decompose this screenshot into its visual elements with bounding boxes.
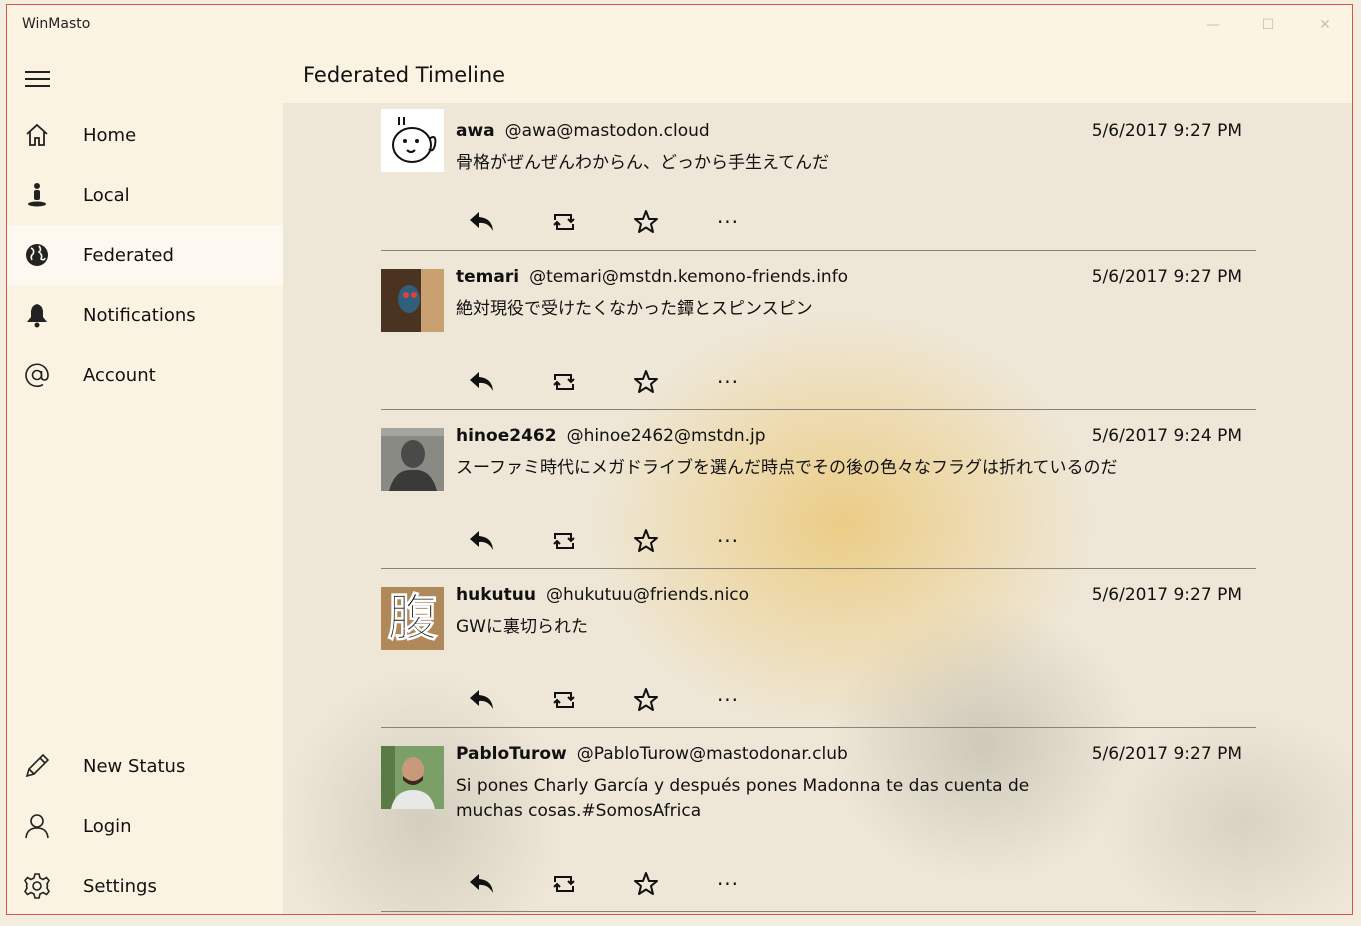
status-item: 腹 hukutuu @hukutuu@friends.nico 5/6/2017 …	[381, 569, 1256, 728]
status-actions: ···	[467, 367, 757, 397]
sidebar-item-label: New Status	[83, 755, 186, 777]
hamburger-icon[interactable]	[25, 69, 51, 89]
status-content: GWに裏切られた	[456, 617, 588, 637]
sidebar-item-settings[interactable]: Settings	[7, 856, 283, 914]
account-handle[interactable]: @PabloTurow@mastodonar.club	[577, 744, 848, 764]
status-actions: ···	[467, 207, 757, 237]
reply-icon[interactable]	[467, 869, 497, 899]
more-button[interactable]: ···	[713, 869, 743, 899]
display-name[interactable]: awa @awa@mastodon.cloud	[456, 121, 710, 141]
user-icon	[23, 812, 51, 840]
timestamp: 5/6/2017 9:27 PM	[1091, 121, 1242, 141]
globe-icon	[23, 241, 51, 269]
title-bar[interactable]: WinMasto — ☐ ✕	[7, 5, 1352, 45]
display-name[interactable]: temari @temari@mstdn.kemono-friends.info	[456, 267, 848, 287]
more-button[interactable]: ···	[713, 526, 743, 556]
sidebar-item-home[interactable]: Home	[7, 105, 283, 165]
more-button[interactable]: ···	[713, 207, 743, 237]
star-icon[interactable]	[631, 207, 661, 237]
reply-icon[interactable]	[467, 685, 497, 715]
status-content: 絶対現役で受けたくなかった鐔とスピンスピン	[456, 299, 813, 319]
account-handle[interactable]: @hukutuu@friends.nico	[546, 585, 749, 605]
display-name-text[interactable]: awa	[456, 121, 495, 141]
timestamp: 5/6/2017 9:24 PM	[1091, 426, 1242, 446]
star-icon[interactable]	[631, 526, 661, 556]
reply-icon[interactable]	[467, 207, 497, 237]
display-name-text[interactable]: temari	[456, 267, 519, 287]
timestamp: 5/6/2017 9:27 PM	[1091, 267, 1242, 287]
more-button[interactable]: ···	[713, 685, 743, 715]
display-name-text[interactable]: hukutuu	[456, 585, 536, 605]
sidebar-item-label: Home	[83, 124, 137, 146]
status-content: Si pones Charly García y después pones M…	[456, 776, 1030, 821]
boost-icon[interactable]	[549, 367, 579, 397]
timeline[interactable]: awa @awa@mastodon.cloud 5/6/2017 9:27 PM …	[283, 103, 1352, 914]
more-button[interactable]: ···	[713, 367, 743, 397]
sidebar-item-account[interactable]: Account	[7, 345, 283, 405]
display-name[interactable]: hukutuu @hukutuu@friends.nico	[456, 585, 749, 605]
avatar[interactable]	[381, 269, 444, 332]
bell-icon	[23, 301, 51, 329]
avatar[interactable]	[381, 428, 444, 491]
sidebar-item-label: Local	[83, 184, 130, 206]
boost-icon[interactable]	[549, 526, 579, 556]
sidebar-item-local[interactable]: Local	[7, 165, 283, 225]
sidebar-item-label: Account	[83, 364, 156, 386]
person-icon	[23, 181, 51, 209]
sidebar-item-label: Federated	[83, 244, 174, 266]
sidebar-item-notifications[interactable]: Notifications	[7, 285, 283, 345]
page-header: Federated Timeline	[283, 45, 1352, 103]
minimize-button[interactable]: —	[1185, 5, 1241, 45]
avatar[interactable]	[381, 746, 444, 809]
sidebar-item-label: Notifications	[83, 304, 196, 326]
gear-icon	[23, 872, 51, 900]
boost-icon[interactable]	[549, 685, 579, 715]
account-handle[interactable]: @awa@mastodon.cloud	[505, 121, 710, 141]
sidebar-item-federated[interactable]: Federated	[7, 225, 283, 285]
maximize-button[interactable]: ☐	[1240, 5, 1296, 45]
sidebar-item-new-status[interactable]: New Status	[7, 736, 283, 796]
display-name[interactable]: hinoe2462 @hinoe2462@mstdn.jp	[456, 426, 766, 446]
app-title: WinMasto	[22, 16, 91, 32]
app-window: WinMasto — ☐ ✕ Home Local Federated Noti…	[6, 4, 1353, 915]
avatar[interactable]: 腹	[381, 587, 444, 650]
status-item: PabloTurow @PabloTurow@mastodonar.club 5/…	[381, 728, 1256, 912]
status-actions: ···	[467, 526, 757, 556]
close-button[interactable]: ✕	[1297, 5, 1352, 45]
avatar-glyph: 腹	[387, 589, 438, 648]
status-content: スーファミ時代にメガドライブを選んだ時点でその後の色々なフラグは折れているのだ	[456, 458, 1118, 478]
reply-icon[interactable]	[467, 367, 497, 397]
account-handle[interactable]: @temari@mstdn.kemono-friends.info	[529, 267, 848, 287]
star-icon[interactable]	[631, 685, 661, 715]
timestamp: 5/6/2017 9:27 PM	[1091, 585, 1242, 605]
sidebar-item-label: Settings	[83, 875, 157, 897]
status-item: hinoe2462 @hinoe2462@mstdn.jp 5/6/2017 9:…	[381, 410, 1256, 569]
status-item: temari @temari@mstdn.kemono-friends.info …	[381, 251, 1256, 410]
home-icon	[23, 121, 51, 149]
display-name-text[interactable]: hinoe2462	[456, 426, 557, 446]
status-content: 骨格がぜんぜんわからん、どっから手生えてんだ	[456, 153, 830, 173]
pencil-icon	[23, 752, 51, 780]
boost-icon[interactable]	[549, 207, 579, 237]
status-actions: ···	[467, 869, 757, 899]
sidebar-item-label: Login	[83, 815, 132, 837]
at-icon	[23, 361, 51, 389]
account-handle[interactable]: @hinoe2462@mstdn.jp	[567, 426, 766, 446]
status-actions: ···	[467, 685, 757, 715]
star-icon[interactable]	[631, 869, 661, 899]
display-name-text[interactable]: PabloTurow	[456, 744, 567, 764]
sidebar: Home Local Federated Notifications Accou…	[7, 45, 283, 914]
boost-icon[interactable]	[549, 869, 579, 899]
sidebar-item-login[interactable]: Login	[7, 796, 283, 856]
display-name[interactable]: PabloTurow @PabloTurow@mastodonar.club	[456, 744, 848, 764]
avatar[interactable]	[381, 109, 444, 172]
page-title: Federated Timeline	[303, 63, 506, 87]
reply-icon[interactable]	[467, 526, 497, 556]
star-icon[interactable]	[631, 367, 661, 397]
timestamp: 5/6/2017 9:27 PM	[1091, 744, 1242, 764]
status-item: awa @awa@mastodon.cloud 5/6/2017 9:27 PM …	[381, 103, 1256, 251]
